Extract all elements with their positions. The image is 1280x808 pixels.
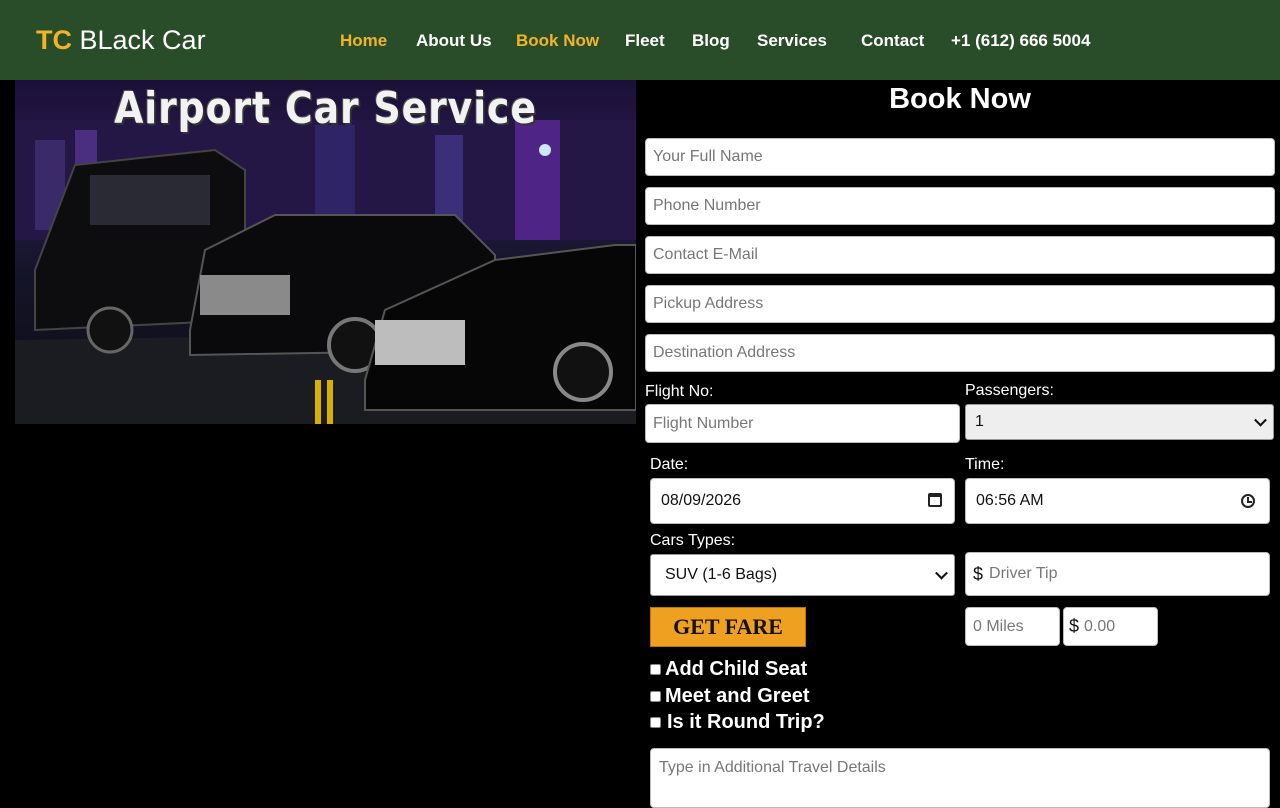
hero-image: Airport Car Service [15, 80, 636, 424]
meet-greet-checkbox[interactable] [650, 691, 661, 702]
car-types-label: Cars Types: [650, 532, 736, 549]
child-seat-option[interactable]: Add Child Seat [650, 658, 807, 681]
fare-price-field[interactable]: $ 0.00 [1063, 607, 1158, 646]
nav-fleet[interactable]: Fleet [625, 31, 665, 51]
brand-logo[interactable]: TC BLack Car [36, 24, 206, 56]
date-input[interactable]: 08/09/2026 [650, 478, 955, 524]
nav-book-now[interactable]: Book Now [516, 31, 599, 51]
round-trip-label: Is it Round Trip? [667, 711, 825, 733]
nav-blog[interactable]: Blog [692, 31, 730, 51]
time-value: 06:56 AM [976, 492, 1044, 509]
time-label: Time: [965, 456, 1005, 473]
nav-services[interactable]: Services [757, 31, 827, 51]
meet-greet-label: Meet and Greet [665, 685, 810, 707]
full-name-input[interactable]: Your Full Name [645, 138, 1275, 176]
clock-icon[interactable] [1241, 494, 1255, 508]
nav-about[interactable]: About Us [416, 31, 492, 51]
fare-price-placeholder: 0.00 [1084, 617, 1116, 635]
passengers-select[interactable]: 1 [965, 404, 1274, 440]
child-seat-checkbox[interactable] [650, 664, 661, 675]
dollar-icon: $ [1069, 616, 1080, 636]
driver-tip-placeholder: Driver Tip [989, 565, 1058, 582]
flight-number-input[interactable]: Flight Number [645, 404, 960, 443]
car-type-select[interactable]: SUV (1-6 Bags) [650, 554, 955, 596]
date-value: 08/09/2026 [661, 492, 742, 509]
flight-label: Flight No: [645, 383, 714, 400]
driver-tip-input[interactable]: $ Driver Tip [965, 552, 1270, 596]
round-trip-checkbox[interactable] [650, 717, 661, 728]
nav-home[interactable]: Home [340, 31, 387, 51]
chevron-down-icon [1254, 413, 1267, 427]
passengers-value: 1 [975, 413, 984, 430]
phone-input[interactable]: Phone Number [645, 187, 1275, 225]
email-input[interactable]: Contact E-Mail [645, 236, 1275, 274]
car-type-value: SUV (1-6 Bags) [665, 566, 778, 583]
passengers-label: Passengers: [965, 382, 1054, 399]
hero-title: Airport Car Service [114, 83, 537, 134]
site-header: TC BLack Car Home About Us Book Now Flee… [0, 0, 1280, 80]
nav-phone[interactable]: +1 (612) 666 5004 [951, 31, 1090, 51]
brand-prefix: TC [36, 25, 72, 55]
dollar-icon: $ [973, 563, 984, 584]
brand-name: BLack Car [79, 25, 206, 55]
date-label: Date: [650, 456, 689, 473]
time-input[interactable]: 06:56 AM [965, 478, 1270, 524]
child-seat-label: Add Child Seat [665, 658, 808, 680]
form-title: Book Now [889, 83, 1031, 115]
pickup-address-input[interactable]: Pickup Address [645, 285, 1275, 323]
additional-details-textarea[interactable]: Type in Additional Travel Details [650, 748, 1270, 808]
nav-contact[interactable]: Contact [861, 31, 924, 51]
calendar-icon[interactable] [928, 493, 942, 507]
miles-field[interactable]: 0 Miles [965, 607, 1060, 646]
get-fare-button[interactable]: GET FARE [650, 607, 806, 647]
meet-greet-option[interactable]: Meet and Greet [650, 685, 809, 708]
destination-address-input[interactable]: Destination Address [645, 334, 1275, 372]
round-trip-option[interactable]: Is it Round Trip? [650, 711, 825, 734]
chevron-down-icon [935, 566, 948, 580]
